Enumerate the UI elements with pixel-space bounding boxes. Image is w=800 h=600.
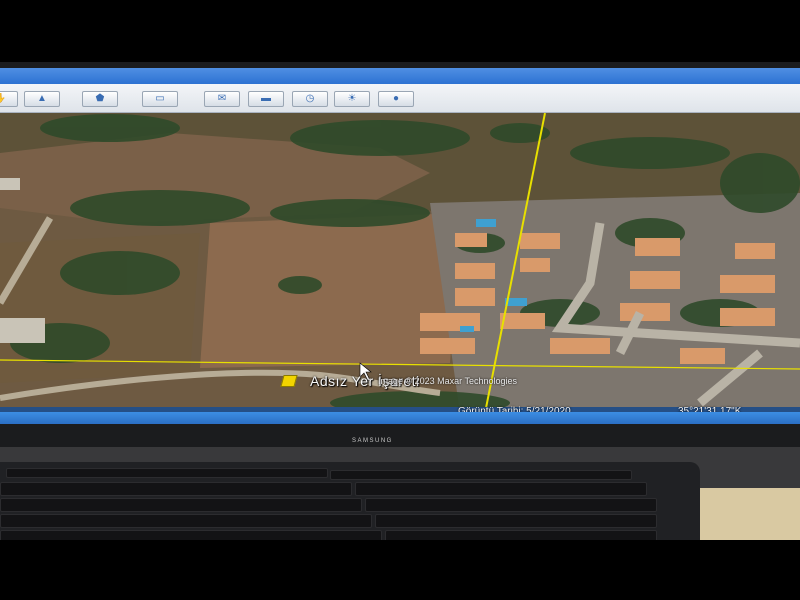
placemark-tool-button[interactable]: ▲ [24, 91, 60, 107]
placemark-pin-icon [280, 375, 298, 387]
historical-imagery-button[interactable]: ◷ [292, 91, 328, 107]
tour-icon: ▬ [261, 93, 271, 104]
photo-of-monitor: ✋ ▲ ⬟ ▭ ✉ ▬ ◷ ☀ ● [0, 0, 800, 600]
taskbar [0, 412, 800, 424]
polygon-icon: ⬟ [95, 93, 105, 104]
tour-button[interactable]: ▬ [248, 91, 284, 107]
monitor-brand: SAMSUNG [352, 438, 393, 444]
letterbox-bottom [0, 540, 800, 600]
number-key-row [0, 482, 352, 496]
letter-key-row-2-right [375, 514, 657, 528]
planet-icon: ● [392, 93, 400, 104]
window-titlebar [0, 68, 800, 84]
monitor-screen: ✋ ▲ ⬟ ▭ ✉ ▬ ◷ ☀ ● [0, 68, 800, 423]
hand-tool-button[interactable]: ✋ [0, 91, 18, 107]
sun-icon: ☀ [347, 93, 357, 104]
satellite-imagery [0, 113, 800, 413]
sun-button[interactable]: ☀ [334, 91, 370, 107]
function-key-row-right [330, 470, 632, 480]
number-key-row-right [355, 482, 647, 496]
letter-key-row-2 [0, 514, 372, 528]
function-key-row [6, 468, 328, 478]
hand-icon: ✋ [0, 94, 6, 104]
image-overlay-icon: ✉ [217, 93, 227, 104]
path-icon: ▭ [155, 93, 165, 104]
polygon-tool-button[interactable]: ⬟ [82, 91, 118, 107]
image-overlay-button[interactable]: ✉ [204, 91, 240, 107]
historical-imagery-icon: ◷ [305, 93, 315, 104]
satellite-map[interactable]: Adsız Yer İşareti [0, 113, 800, 413]
keyboard [0, 462, 700, 542]
imagery-copyright: Image © 2023 Maxar Technologies [378, 376, 518, 386]
toolbar: ✋ ▲ ⬟ ▭ ✉ ▬ ◷ ☀ ● [0, 84, 800, 113]
placemark-icon: ▲ [37, 93, 47, 104]
letter-key-row-1 [0, 498, 362, 512]
letterbox-top [0, 0, 800, 62]
planet-button[interactable]: ● [378, 91, 414, 107]
path-tool-button[interactable]: ▭ [142, 91, 178, 107]
letter-key-row-1-right [365, 498, 657, 512]
